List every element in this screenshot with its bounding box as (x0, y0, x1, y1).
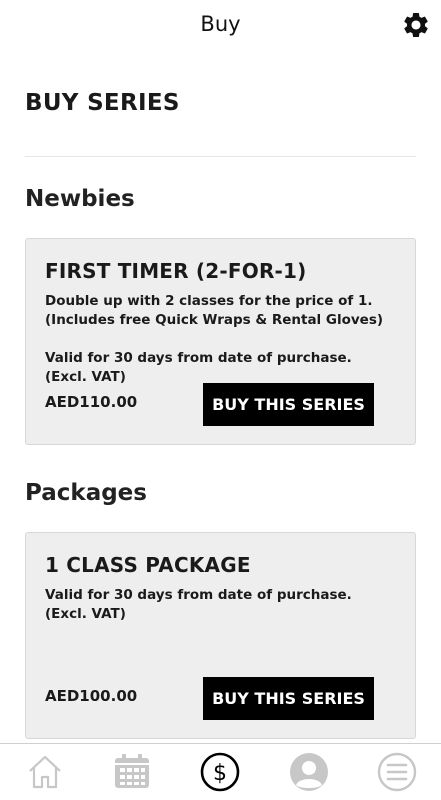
card-title: FIRST TIMER (2-FOR-1) (45, 259, 307, 283)
price-label: AED100.00 (45, 687, 138, 705)
card-validity: Valid for 30 days from date of purchase.… (45, 586, 405, 624)
profile-icon[interactable] (287, 750, 331, 794)
dollar-icon[interactable]: $ (198, 750, 242, 794)
svg-text:$: $ (213, 761, 227, 786)
screen-title: Buy (200, 12, 241, 36)
section-title-packages: Packages (25, 480, 147, 506)
description-line: Double up with 2 classes for the price o… (45, 293, 373, 309)
divider (25, 156, 416, 157)
section-title-newbies: Newbies (25, 186, 135, 212)
page-title: BUY SERIES (25, 90, 180, 116)
card-description: Double up with 2 classes for the price o… (45, 292, 405, 330)
description-line: (Includes free Quick Wraps & Rental Glov… (45, 312, 384, 328)
top-bar: Buy (0, 0, 441, 52)
buy-this-series-button[interactable]: BUY THIS SERIES (203, 383, 374, 426)
bottom-tab-bar: $ (0, 743, 441, 800)
vat-note: (Excl. VAT) (45, 606, 126, 622)
series-card-1-class-package: 1 CLASS PACKAGE Valid for 30 days from d… (25, 532, 416, 739)
card-validity: Valid for 30 days from date of purchase.… (45, 349, 405, 387)
series-card-first-timer: FIRST TIMER (2-FOR-1) Double up with 2 c… (25, 238, 416, 445)
card-title: 1 CLASS PACKAGE (45, 553, 251, 577)
buy-this-series-button[interactable]: BUY THIS SERIES (203, 677, 374, 720)
gear-icon[interactable] (401, 10, 431, 40)
validity-line: Valid for 30 days from date of purchase. (45, 587, 352, 603)
price-label: AED110.00 (45, 393, 138, 411)
menu-icon[interactable] (375, 750, 419, 794)
validity-line: Valid for 30 days from date of purchase. (45, 350, 352, 366)
calendar-icon[interactable] (110, 750, 154, 794)
home-icon[interactable] (23, 750, 67, 794)
